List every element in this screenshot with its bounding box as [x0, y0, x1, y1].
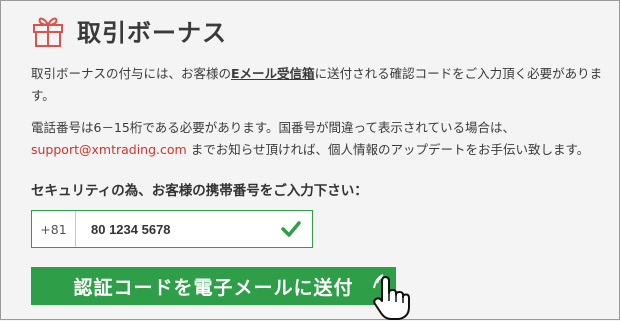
hand-cursor-icon	[373, 274, 410, 320]
intro-text-before: 取引ボーナスの付与には、お客様の	[31, 66, 232, 81]
phone-input-group: +81 80 1234 5678	[31, 210, 313, 248]
email-inbox-emphasis: Eメール受信箱	[231, 66, 315, 81]
phone-rules-line1: 電話番号は6－15桁である必要があります。国番号が間違って表示されている場合は、	[31, 120, 515, 135]
gift-icon	[33, 17, 63, 47]
page-title: 取引ボーナス	[77, 19, 227, 47]
phone-number-field[interactable]: 80 1234 5678	[91, 222, 280, 237]
country-code: +81	[32, 211, 76, 247]
support-email-link[interactable]: support@xmtrading.com	[31, 142, 187, 157]
bonus-panel: 取引ボーナス 取引ボーナスの付与には、お客様のEメール受信箱に送付される確認コー…	[0, 0, 620, 320]
panel-header: 取引ボーナス	[31, 13, 227, 48]
check-icon	[281, 221, 301, 237]
intro-paragraph: 取引ボーナスの付与には、お客様のEメール受信箱に送付される確認コードをご入力頂く…	[31, 63, 606, 107]
phone-prompt-label: セキュリティの為、お客様の携帯番号をご入力下さい：	[31, 183, 368, 199]
phone-rules-line2: までお知らせ頂ければ、個人情報のアップデートをお手伝い致します。	[190, 142, 590, 157]
phone-rules-paragraph: 電話番号は6－15桁である必要があります。国番号が間違って表示されている場合は、…	[31, 117, 616, 161]
send-verification-code-button[interactable]: 認証コードを電子メールに送付	[31, 267, 396, 305]
